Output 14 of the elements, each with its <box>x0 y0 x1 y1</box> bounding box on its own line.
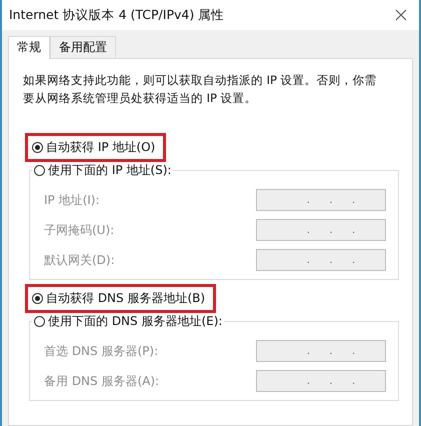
window-title: Internet 协议版本 4 (TCP/IPv4) 属性 <box>9 6 224 24</box>
tab[interactable]: 备用配置 <box>50 36 116 58</box>
field-label: 首选 DNS 服务器(P): <box>44 342 158 360</box>
field-label: 默认网关(D): <box>44 252 115 268</box>
description-text: 如果网络支持此功能，则可以获取自动指派的 IP 设置。否则，你需要从网络系统管理员处获得适当的 IP 设置。 <box>23 72 378 107</box>
radio-button[interactable]: 使用下面的 IP 地址(S): <box>34 162 172 179</box>
tab[interactable]: 常规 <box>8 36 50 59</box>
radio-button[interactable]: 使用下面的 DNS 服务器地址(E): <box>34 313 222 330</box>
field-label: 备用 DNS 服务器(A): <box>44 372 160 390</box>
radio-button[interactable]: 自动获得 DNS 服务器地址(B) <box>32 290 206 307</box>
radio-button[interactable]: 自动获得 IP 地址(O) <box>32 139 156 156</box>
close-icon[interactable] <box>395 9 407 21</box>
field-label: 子网掩码(U): <box>44 222 114 238</box>
field-label: IP 地址(I): <box>44 192 100 208</box>
